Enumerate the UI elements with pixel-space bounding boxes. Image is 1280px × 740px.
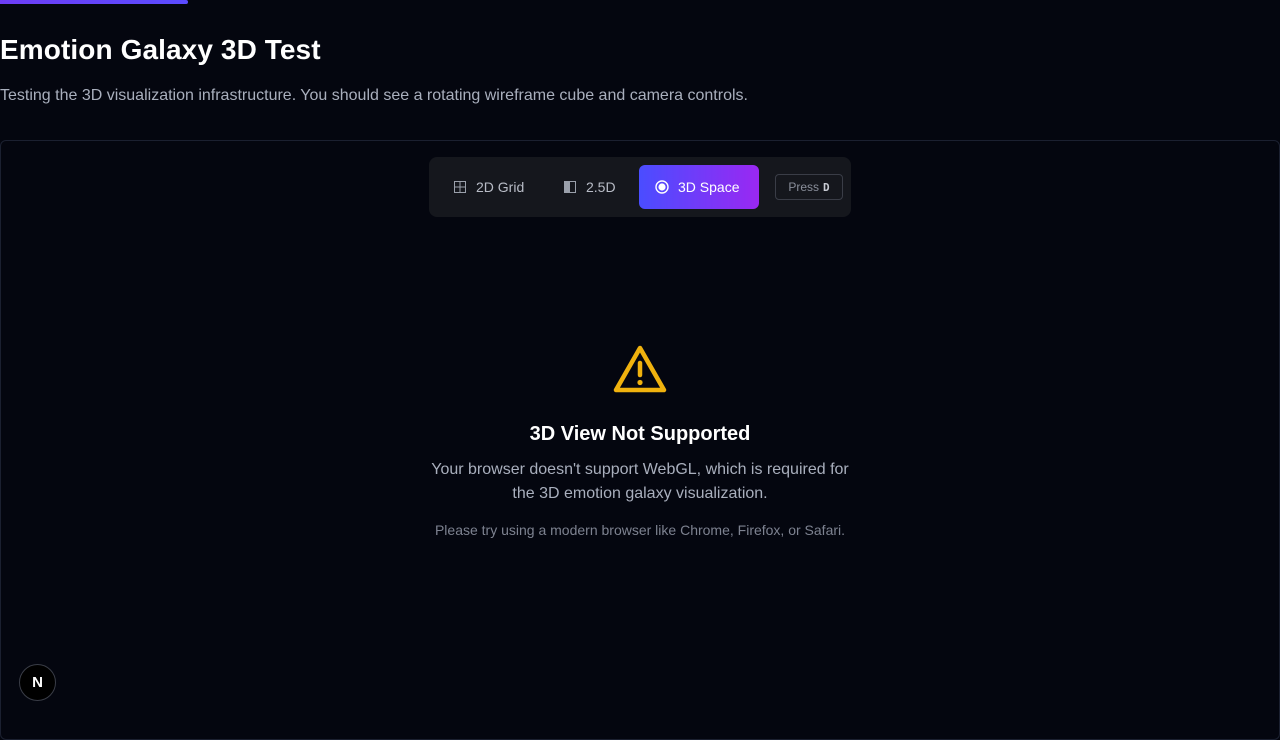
view-mode-switcher: 2D Grid 2.5D 3D Space Press D bbox=[429, 157, 851, 217]
error-description: Your browser doesn't support WebGL, whic… bbox=[431, 461, 849, 502]
mode-2d-grid-button[interactable]: 2D Grid bbox=[453, 165, 524, 209]
warning-icon bbox=[612, 343, 668, 395]
keyboard-shortcut-hint: Press D bbox=[775, 174, 843, 200]
dev-badge-letter: N bbox=[32, 674, 43, 691]
layers-icon bbox=[563, 180, 577, 194]
browser-hint: Please try using a modern browser like C… bbox=[434, 522, 846, 538]
mode-2-5d-button[interactable]: 2.5D bbox=[563, 165, 616, 209]
nextjs-icon[interactable]: N bbox=[19, 664, 56, 701]
error-title: 3D View Not Supported bbox=[529, 423, 751, 445]
mode-3d-space-label: 3D Space bbox=[678, 179, 740, 195]
page-subtitle: Testing the 3D visualization infrastruct… bbox=[0, 87, 748, 104]
shortcut-key: D bbox=[823, 180, 830, 194]
radio-icon bbox=[655, 180, 669, 194]
grid-icon bbox=[453, 180, 467, 194]
mode-2d-grid-label: 2D Grid bbox=[476, 179, 525, 195]
loading-progress-bar bbox=[0, 0, 188, 4]
page-title: Emotion Galaxy 3D Test bbox=[0, 34, 321, 65]
shortcut-prefix: Press bbox=[788, 180, 820, 194]
mode-2-5d-label: 2.5D bbox=[586, 179, 616, 195]
mode-3d-space-button[interactable]: 3D Space bbox=[639, 165, 759, 209]
